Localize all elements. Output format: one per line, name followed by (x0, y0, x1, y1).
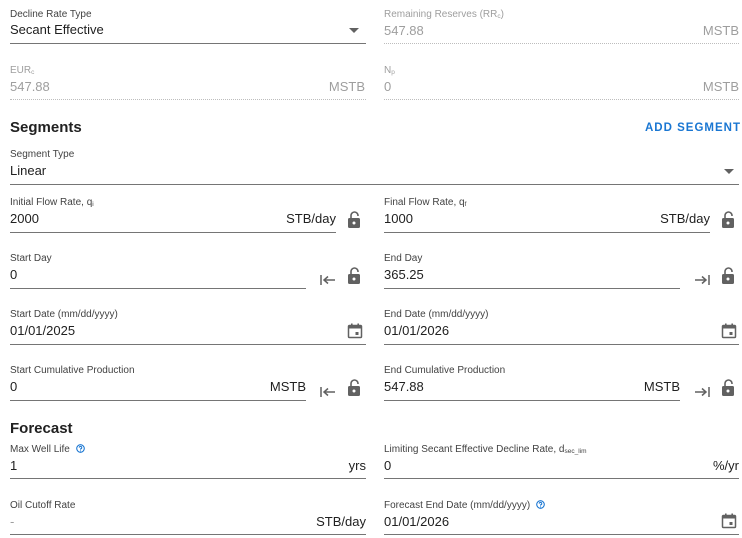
remaining-reserves-label: Remaining Reserves (RRc) (384, 9, 504, 20)
end-cum-unit: MSTB (643, 379, 680, 394)
oil-cutoff-label: Oil Cutoff Rate (10, 500, 76, 511)
max-well-life-input[interactable]: 1 (10, 458, 17, 473)
oil-cutoff-input[interactable]: - (10, 514, 14, 529)
segment-type-label: Segment Type (10, 149, 75, 160)
end-day-label: End Day (384, 253, 423, 264)
help-circle-icon[interactable] (75, 444, 85, 453)
lock-open-icon[interactable] (718, 378, 738, 398)
calendar-icon[interactable] (346, 322, 364, 340)
calendar-icon[interactable] (720, 322, 738, 340)
max-well-life-unit: yrs (348, 458, 366, 473)
end-day-input[interactable]: 365.25 (384, 267, 424, 282)
remaining-reserves-unit: MSTB (702, 23, 739, 38)
arrow-to-end-icon[interactable] (692, 384, 712, 400)
forecast-heading: Forecast (10, 420, 73, 437)
oil-cutoff-unit: STB/day (316, 514, 366, 529)
lock-open-icon[interactable] (344, 378, 364, 398)
caret-down-icon (349, 28, 359, 33)
initial-flow-rate-unit: STB/day (286, 211, 336, 226)
lock-open-icon[interactable] (344, 266, 364, 286)
final-flow-rate-unit: STB/day (660, 211, 710, 226)
arrow-to-end-icon[interactable] (692, 272, 712, 288)
end-cum-input[interactable]: 547.88 (384, 379, 424, 394)
limiting-decline-unit: %/yr (713, 458, 739, 473)
end-date-label: End Date (mm/dd/yyyy) (384, 309, 489, 320)
end-cum-label: End Cumulative Production (384, 365, 506, 376)
initial-flow-rate-input[interactable]: 2000 (10, 211, 39, 226)
calendar-icon[interactable] (720, 512, 738, 530)
forecast-end-date-label: Forecast End Date (mm/dd/yyyy) (384, 500, 545, 511)
start-cum-unit: MSTB (269, 379, 306, 394)
start-date-label: Start Date (mm/dd/yyyy) (10, 309, 118, 320)
max-well-life-label: Max Well Life (10, 444, 85, 455)
arrow-to-start-icon[interactable] (318, 384, 338, 400)
decline-type-select[interactable]: Secant Effective (10, 22, 366, 44)
lock-open-icon[interactable] (718, 266, 738, 286)
final-flow-rate-label: Final Flow Rate, qf (384, 197, 467, 208)
final-flow-rate-input[interactable]: 1000 (384, 211, 413, 226)
caret-down-icon (724, 169, 734, 174)
start-cum-input[interactable]: 0 (10, 379, 17, 394)
decline-type-value: Secant Effective (10, 22, 104, 37)
add-segment-button[interactable]: ADD SEGMENT (645, 122, 741, 134)
limiting-decline-label: Limiting Secant Effective Decline Rate, … (384, 444, 587, 455)
lock-open-icon[interactable] (344, 210, 364, 230)
end-date-input[interactable]: 01/01/2026 (384, 323, 449, 338)
np-value: 0 (384, 79, 392, 94)
forecast-end-date-input[interactable]: 01/01/2026 (384, 514, 449, 529)
start-day-input[interactable]: 0 (10, 267, 17, 282)
initial-flow-rate-label: Initial Flow Rate, qi (10, 197, 94, 208)
eur-label: EURc (10, 65, 35, 76)
start-day-label: Start Day (10, 253, 52, 264)
remaining-reserves-value: 547.88 (384, 23, 424, 38)
np-label: Np (384, 65, 395, 76)
decline-type-label: Decline Rate Type (10, 9, 92, 20)
segment-type-value: Linear (10, 163, 47, 178)
eur-value: 547.88 (10, 79, 50, 94)
start-cum-label: Start Cumulative Production (10, 365, 135, 376)
lock-open-icon[interactable] (718, 210, 738, 230)
arrow-to-start-icon[interactable] (318, 272, 338, 288)
segments-heading: Segments (10, 119, 82, 136)
help-circle-icon[interactable] (536, 500, 545, 509)
segment-type-select[interactable]: Linear (10, 163, 739, 185)
limiting-decline-input[interactable]: 0 (384, 458, 391, 473)
eur-unit: MSTB (328, 79, 365, 94)
np-unit: MSTB (702, 79, 739, 94)
start-date-input[interactable]: 01/01/2025 (10, 323, 75, 338)
